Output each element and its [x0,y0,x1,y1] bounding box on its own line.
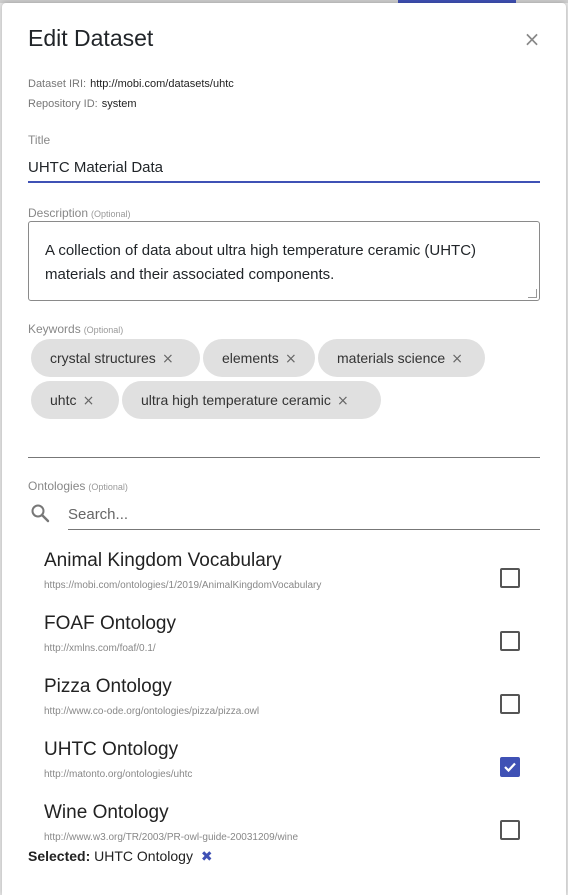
keywords-label: Keywords [28,322,81,336]
ontologies-label-row: Ontologies (Optional) [28,479,128,493]
chip-remove-icon[interactable]: × [283,340,299,378]
ontology-checkbox-checked[interactable] [500,757,520,777]
ontologies-label: Ontologies [28,479,86,493]
keyword-chip-label: materials science [337,350,446,366]
ontology-iri: https://mobi.com/ontologies/1/2019/Anima… [44,580,322,591]
keywords-chip-input[interactable]: crystal structures × elements × materials … [28,339,540,458]
title-input[interactable] [28,153,540,183]
dataset-iri-row: Dataset IRI: http://mobi.com/datasets/uht… [28,78,234,90]
ontology-item[interactable]: Wine Ontology http://www.w3.org/TR/2003/… [2,792,566,843]
keyword-chip-label: elements [222,350,279,366]
search-icon [31,504,50,523]
chip-remove-icon[interactable]: × [160,340,176,378]
ontology-name: Pizza Ontology [44,676,172,697]
repository-id-value: system [101,98,137,110]
selected-ontologies-row: Selected: UHTC Ontology ✖ [28,848,213,865]
description-label-row: Description (Optional) [28,206,131,220]
keyword-chip-label: ultra high temperature ceramic [141,392,331,408]
dataset-iri-value: http://mobi.com/datasets/uhtc [90,78,234,90]
chip-remove-icon[interactable]: × [335,382,351,420]
checkmark-icon [504,762,516,773]
ontology-item[interactable]: FOAF Ontology http://xmlns.com/foaf/0.1/ [2,603,566,666]
ontology-item[interactable]: Animal Kingdom Vocabulary https://mobi.c… [2,540,566,603]
ontology-name: Animal Kingdom Vocabulary [44,550,282,571]
ontology-name: UHTC Ontology [44,739,179,760]
ontologies-optional: (Optional) [88,482,128,492]
keyword-chip: uhtc × [31,381,119,419]
keyword-chip-label: uhtc [50,392,77,408]
chip-remove-icon[interactable]: × [80,382,96,420]
keyword-chip: ultra high temperature ceramic × [122,381,381,419]
close-icon[interactable]: × [522,29,542,49]
ontology-search-input[interactable] [68,500,540,530]
dataset-iri-label: Dataset IRI: [28,78,87,90]
ontology-checkbox[interactable] [500,631,520,651]
repository-id-row: Repository ID: system [28,98,137,110]
ontology-iri: http://www.w3.org/TR/2003/PR-owl-guide-2… [44,832,299,843]
repository-id-label: Repository ID: [28,98,98,110]
keywords-label-row: Keywords (Optional) [28,322,123,336]
keyword-chip: crystal structures × [31,339,200,377]
modal-title: Edit Dataset [28,25,154,51]
title-label: Title [28,133,51,147]
ontology-iri: http://matonto.org/ontologies/uhtc [44,769,193,780]
ontology-iri: http://xmlns.com/foaf/0.1/ [44,643,156,654]
chip-remove-icon[interactable]: × [449,340,465,378]
keyword-chip: materials science × [318,339,485,377]
remove-selected-icon[interactable]: ✖ [201,849,213,865]
ontology-item[interactable]: Pizza Ontology http://www.co-ode.org/ont… [2,666,566,729]
description-text: A collection of data about ultra high te… [45,242,477,283]
selected-label: Selected: [28,848,91,864]
ontology-list: Animal Kingdom Vocabulary https://mobi.c… [2,540,566,843]
ontology-iri: http://www.co-ode.org/ontologies/pizza/p… [44,706,260,717]
ontology-checkbox[interactable] [500,568,520,588]
edit-dataset-modal: Edit Dataset × Dataset IRI: http://mobi.c… [2,3,566,895]
keyword-chip-label: crystal structures [50,350,156,366]
description-optional: (Optional) [91,209,131,219]
resize-handle[interactable] [528,289,537,298]
keywords-optional: (Optional) [83,325,124,335]
ontology-name: Wine Ontology [44,802,169,823]
description-textarea[interactable]: A collection of data about ultra high te… [28,221,540,301]
ontology-name: FOAF Ontology [44,613,176,634]
description-label: Description [28,206,89,220]
selected-ontology-value: UHTC Ontology [94,848,193,864]
ontology-checkbox[interactable] [500,694,520,714]
ontology-item[interactable]: UHTC Ontology http://matonto.org/ontolog… [2,729,566,792]
ontology-checkbox[interactable] [500,820,520,840]
keyword-chip: elements × [203,339,315,377]
